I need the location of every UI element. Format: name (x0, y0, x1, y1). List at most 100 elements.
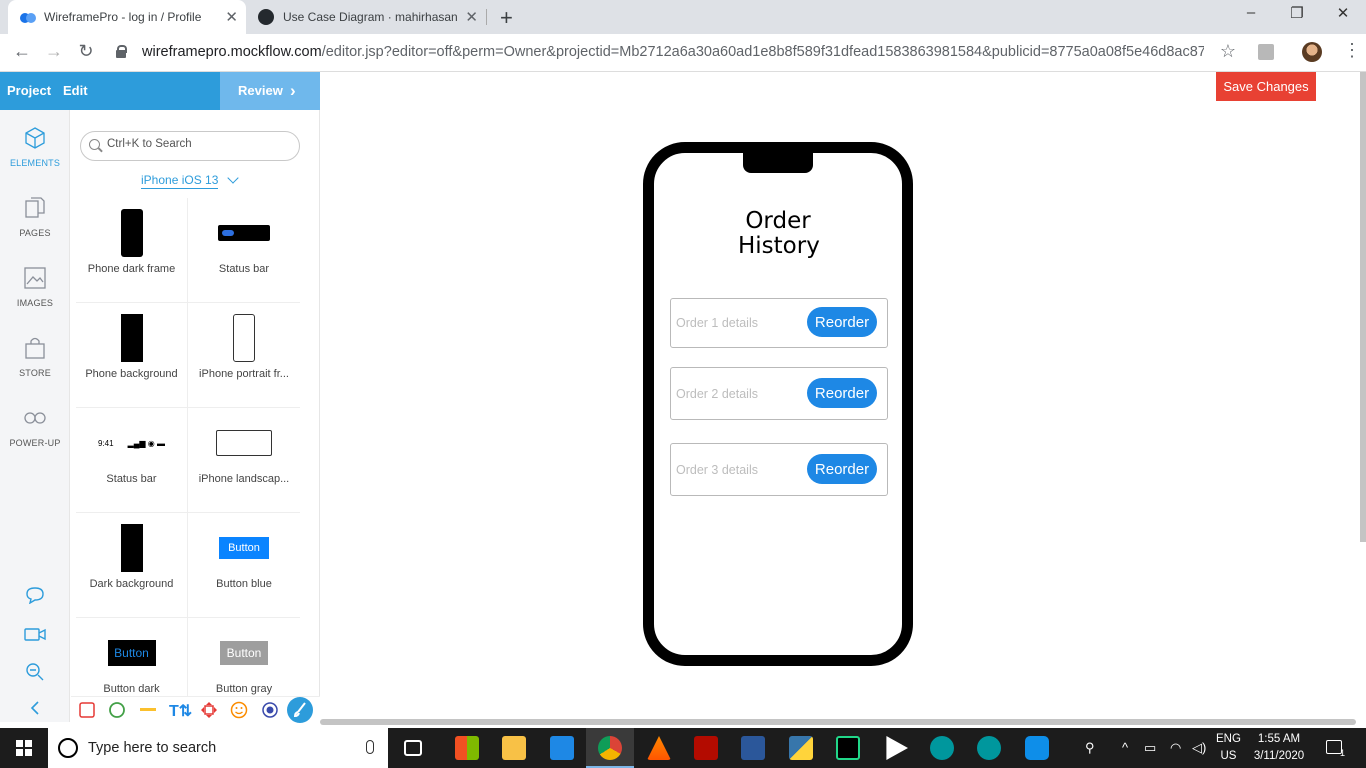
close-window-button[interactable]: ✕ (1320, 4, 1366, 22)
shape-toolbar: T⇅ (71, 696, 320, 723)
browser-toolbar: ← → ↻ wireframepro.mockflow.com/editor.j… (0, 34, 1366, 72)
collapse-icon[interactable] (24, 698, 46, 723)
chevron-right-icon: › (290, 81, 296, 100)
minimize-button[interactable]: – (1228, 4, 1274, 21)
mail-icon[interactable] (550, 736, 574, 760)
order-card[interactable]: Order 2 details Reorder (670, 367, 888, 420)
tab-separator (486, 9, 487, 25)
save-changes-button[interactable]: Save Changes (1216, 72, 1316, 101)
sidebar-item-power-up[interactable]: POWER-UP (0, 406, 70, 448)
url-text[interactable]: wireframepro.mockflow.com/editor.jsp?edi… (142, 44, 1204, 60)
order-history-title[interactable]: Order History (654, 209, 902, 259)
bookmark-star-icon[interactable]: ☆ (1220, 41, 1236, 62)
chrome-icon[interactable] (598, 736, 622, 760)
element-caption: Dark background (89, 578, 174, 590)
language-indicator[interactable]: ENG US (1216, 731, 1241, 765)
word-icon[interactable] (741, 736, 765, 760)
horizontal-scrollbar[interactable] (320, 719, 1356, 725)
close-tab-icon[interactable]: ✕ (225, 8, 238, 26)
close-tab-icon[interactable]: ✕ (465, 8, 478, 26)
reorder-button[interactable]: Reorder (807, 454, 877, 484)
tray-chevron-icon[interactable]: ^ (1122, 740, 1128, 755)
tab-use-case-diagram[interactable]: Use Case Diagram · mahirhasan2 ✕ (248, 0, 486, 34)
line-tool-icon[interactable] (139, 701, 157, 719)
sidebar-item-label: IMAGES (16, 298, 54, 308)
tab-wireframepro[interactable]: WireframePro - log in / Profile ✕ (8, 0, 246, 34)
sidebar-item-label: PAGES (19, 228, 51, 238)
taskbar-search[interactable]: Type here to search (48, 728, 388, 768)
element-phone-dark-frame[interactable]: Phone dark frame (76, 198, 188, 303)
element-iphone-landscape[interactable]: iPhone landscap... (188, 408, 300, 513)
zoom-icon[interactable] (24, 662, 46, 687)
element-status-bar[interactable]: Status bar (188, 198, 300, 303)
teamviewer-icon[interactable] (1025, 736, 1049, 760)
text-tool-icon[interactable]: T⇅ (169, 701, 192, 720)
order-card[interactable]: Order 3 details Reorder (670, 443, 888, 496)
emoji-tool-icon[interactable] (230, 701, 248, 719)
element-button-dark[interactable]: Button Button dark (76, 618, 188, 696)
new-tab-button[interactable]: + (500, 5, 513, 31)
profile-avatar[interactable] (1302, 42, 1322, 62)
comment-icon[interactable] (24, 586, 46, 609)
app-top-nav: Project Edit (0, 72, 220, 110)
back-button[interactable]: ← (10, 41, 34, 62)
taskbar-clock[interactable]: 1:55 AM 3/11/2020 (1248, 731, 1310, 765)
forward-button[interactable]: → (42, 41, 66, 62)
edit-menu[interactable]: Edit (63, 83, 88, 98)
volume-icon[interactable]: ◁) (1192, 740, 1206, 756)
vertical-scrollbar[interactable] (1360, 72, 1366, 542)
brush-tool-icon[interactable] (287, 697, 313, 723)
element-caption: Button dark (103, 683, 160, 695)
pycharm-icon[interactable] (836, 736, 860, 760)
device-select[interactable]: iPhone iOS 13 (141, 173, 219, 189)
store-icon[interactable] (455, 736, 479, 760)
radio-tool-icon[interactable] (261, 701, 279, 719)
tab-title: WireframePro - log in / Profile (44, 10, 202, 24)
video-icon[interactable] (24, 626, 46, 647)
order-details-text: Order 1 details (676, 316, 758, 330)
search-input[interactable] (107, 138, 287, 150)
acrobat-icon[interactable] (694, 736, 718, 760)
reorder-button[interactable]: Reorder (807, 307, 877, 337)
sidebar-item-elements[interactable]: ELEMENTS (0, 126, 70, 168)
element-caption: iPhone portrait fr... (199, 368, 289, 380)
reload-button[interactable]: ↻ (74, 41, 98, 62)
arduino-icon[interactable] (930, 736, 954, 760)
review-button[interactable]: Review › (220, 72, 320, 110)
rectangle-tool-icon[interactable] (78, 701, 96, 719)
sidebar-item-images[interactable]: IMAGES (0, 266, 70, 308)
microphone-icon[interactable] (366, 740, 374, 754)
python-icon[interactable] (789, 736, 813, 760)
windows-start-icon[interactable] (16, 740, 32, 756)
arduino-icon-2[interactable] (977, 736, 1001, 760)
maximize-button[interactable]: ❐ (1274, 4, 1320, 22)
sidebar-item-store[interactable]: STORE (0, 336, 70, 378)
people-icon[interactable]: ⚲ (1085, 740, 1095, 756)
sidebar-item-label: POWER-UP (9, 438, 61, 448)
element-button-blue[interactable]: Button Button blue (188, 513, 300, 618)
url-host: wireframepro.mockflow.com (142, 44, 322, 60)
pdf-extension-icon[interactable] (1258, 44, 1274, 60)
element-dark-background[interactable]: Dark background (76, 513, 188, 618)
element-status-bar-light[interactable]: 9:41 ▂▄▆ ◉ ▬ Status bar (76, 408, 188, 513)
move-tool-icon[interactable] (200, 701, 218, 719)
project-menu[interactable]: Project (7, 83, 51, 98)
task-view-icon[interactable] (404, 740, 422, 756)
windows-taskbar: Type here to search ⚲ ^ ▭ ◠ ◁) ENG US 1:… (0, 728, 1366, 768)
file-explorer-icon[interactable] (502, 736, 526, 760)
battery-icon[interactable]: ▭ (1144, 740, 1156, 756)
wifi-icon[interactable]: ◠ (1170, 740, 1181, 756)
ellipse-tool-icon[interactable] (108, 701, 126, 719)
address-bar[interactable]: wireframepro.mockflow.com/editor.jsp?edi… (110, 38, 1244, 68)
reorder-button[interactable]: Reorder (807, 378, 877, 408)
sidebar-item-pages[interactable]: PAGES (0, 196, 70, 238)
chevron-down-icon[interactable] (227, 172, 239, 184)
media-player-icon[interactable] (886, 736, 908, 760)
order-card[interactable]: Order 1 details Reorder (670, 298, 888, 348)
browser-menu-icon[interactable]: ⋮ (1343, 40, 1361, 61)
element-button-gray[interactable]: Button Button gray (188, 618, 300, 696)
element-iphone-portrait-frame[interactable]: iPhone portrait fr... (188, 303, 300, 408)
vlc-icon[interactable] (647, 736, 671, 760)
element-phone-background[interactable]: Phone background (76, 303, 188, 408)
phone-frame[interactable]: Order History Order 1 details Reorder Or… (643, 142, 913, 666)
